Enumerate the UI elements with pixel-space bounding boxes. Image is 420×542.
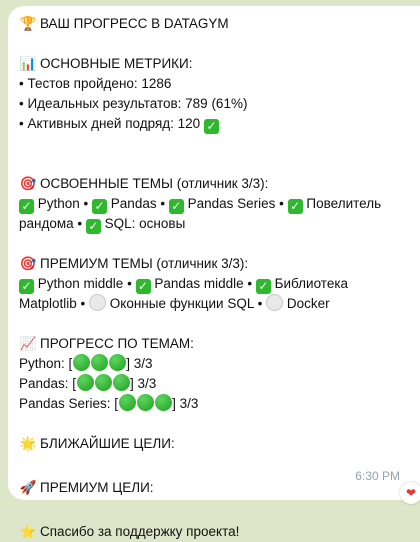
check-mark-icon: ✓	[135, 279, 151, 294]
check-mark-icon: ✓	[85, 219, 101, 234]
metrics-heading: ОСНОВНЫЕ МЕТРИКИ:	[40, 56, 193, 71]
star-icon: ⭐	[19, 524, 37, 539]
green-circle-icon	[76, 374, 94, 391]
message-bubble[interactable]: 🏆 ВАШ ПРОГРЕСС В DATAGYM 📊 ОСНОВНЫЕ МЕТРИК…	[8, 6, 420, 539]
target-icon: 🎯	[19, 256, 37, 271]
green-circle-icon	[154, 394, 172, 411]
metric-days: • Активных дней подряд: 120 ✓	[19, 114, 420, 134]
premium-topics: ✓ Python middle • ✓ Pandas middle • ✓ Би…	[19, 276, 349, 311]
mastered-heading: ОСВОЕННЫЕ ТЕМЫ (отличник 3/3):	[40, 176, 269, 191]
glowing-star-icon: 🌟	[19, 436, 37, 451]
progress-row: Pandas: [] 3/3	[19, 374, 157, 391]
progress-row: Python: [] 3/3	[19, 354, 153, 371]
metrics-heading-line: 📊 ОСНОВНЫЕ МЕТРИКИ:	[19, 54, 420, 74]
progress-heading: ПРОГРЕСС ПО ТЕМАМ:	[40, 336, 194, 351]
check-mark-icon: ✓	[92, 199, 108, 214]
goals-heading-line: 🌟 БЛИЖАЙШИЕ ЦЕЛИ:	[19, 434, 420, 454]
rocket-icon: 🚀	[19, 480, 37, 495]
trophy-icon: 🏆	[19, 16, 37, 31]
green-circle-icon	[90, 354, 108, 371]
metric-tests: • Тестов пройдено: 1286	[19, 76, 172, 91]
green-circle-icon	[136, 394, 154, 411]
green-circle-icon	[118, 394, 136, 411]
check-mark-icon: ✓	[255, 279, 271, 294]
topic-pandas: Pandas	[110, 196, 157, 211]
check-mark-icon: ✓	[203, 119, 219, 134]
bar-chart-icon: 📊	[19, 56, 37, 71]
check-mark-icon: ✓	[287, 199, 303, 214]
green-circle-icon	[112, 374, 130, 391]
metric-perfect: • Идеальных результатов: 789 (61%)	[19, 96, 248, 111]
white-circle-icon	[89, 294, 107, 311]
target-icon: 🎯	[19, 176, 37, 191]
white-circle-icon	[266, 294, 284, 311]
heart-icon[interactable]: ❤	[400, 482, 420, 504]
premium-heading: ПРЕМИУМ ТЕМЫ (отличник 3/3):	[40, 256, 249, 271]
topic-sql-basics: SQL: основы	[104, 216, 186, 231]
progress-row: Pandas Series: [] 3/3	[19, 394, 199, 411]
mastered-heading-line: 🎯 ОСВОЕННЫЕ ТЕМЫ (отличник 3/3):	[19, 174, 420, 194]
message-title: ВАШ ПРОГРЕСС В DATAGYM	[40, 16, 229, 31]
topic-pandas-series: Pandas Series	[187, 196, 276, 211]
title-line: 🏆 ВАШ ПРОГРЕСС В DATAGYM	[19, 14, 420, 34]
goals-heading: БЛИЖАЙШИЕ ЦЕЛИ:	[40, 436, 175, 451]
green-circle-icon	[94, 374, 112, 391]
thanks-text: Спасибо за поддержку проекта!	[40, 524, 240, 539]
topic-pandas-middle: Pandas middle	[154, 276, 244, 291]
check-mark-icon: ✓	[168, 199, 184, 214]
green-circle-icon	[108, 354, 126, 371]
green-circle-icon	[72, 354, 90, 371]
topic-python: Python	[37, 196, 80, 211]
chart-increasing-icon: 📈	[19, 336, 37, 351]
thanks-line: ⭐ Спасибо за поддержку проекта!	[19, 522, 420, 542]
topic-docker: Docker	[286, 296, 330, 311]
premium-goals-heading: ПРЕМИУМ ЦЕЛИ:	[40, 480, 154, 495]
check-mark-icon: ✓	[19, 199, 34, 214]
check-mark-icon: ✓	[19, 279, 34, 294]
mastered-topics: ✓ Python • ✓ Pandas • ✓ Pandas Series • …	[19, 196, 382, 234]
topic-python-middle: Python middle	[37, 276, 124, 291]
premium-heading-line: 🎯 ПРЕМИУМ ТЕМЫ (отличник 3/3):	[19, 254, 420, 274]
progress-heading-line: 📈 ПРОГРЕСС ПО ТЕМАМ:	[19, 334, 420, 354]
topic-sql-window: Оконные функции SQL	[109, 296, 254, 311]
message-time: 6:30 PM	[355, 469, 400, 483]
